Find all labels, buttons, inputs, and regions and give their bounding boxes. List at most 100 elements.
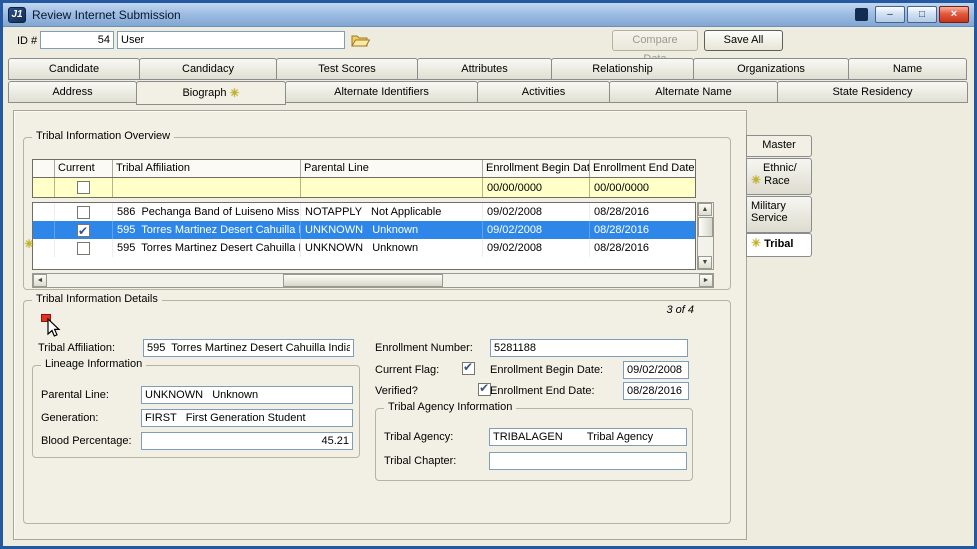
vertical-scroll-thumb[interactable] — [698, 217, 713, 237]
scroll-up-icon[interactable]: ▲ — [698, 203, 712, 216]
table-row-selected[interactable]: 595 Torres Martinez Desert Cahuilla In U… — [33, 221, 695, 239]
review-internet-submission-window: J1 Review Internet Submission – □ × ID #… — [0, 0, 977, 549]
tab-label: Attributes — [461, 63, 507, 75]
filter-affiliation-cell[interactable] — [113, 178, 301, 197]
group-title: Tribal Information Details — [32, 293, 162, 305]
scroll-left-icon[interactable]: ◄ — [33, 274, 47, 287]
generation-label: Generation: — [41, 412, 98, 424]
current-checkbox[interactable] — [77, 224, 90, 237]
current-checkbox[interactable] — [77, 242, 90, 255]
table-row[interactable]: 586 Pechanga Band of Luiseno Missio NOTA… — [33, 203, 695, 221]
cell-affiliation: 595 Torres Martinez Desert Cahuilla In — [113, 221, 301, 239]
user-input[interactable] — [117, 31, 345, 49]
verified-label: Verified? — [375, 385, 418, 397]
current-checkbox[interactable] — [77, 181, 90, 194]
maximize-button[interactable]: □ — [907, 6, 937, 23]
generation-input[interactable] — [141, 409, 353, 427]
column-header-current[interactable]: Current — [55, 160, 113, 177]
cell-end-date: 08/28/2016 — [590, 203, 695, 221]
changed-indicator-icon: ✳ — [751, 173, 761, 187]
horizontal-scroll-thumb[interactable] — [283, 274, 443, 287]
side-tab-tribal[interactable]: ✳ Tribal — [746, 233, 812, 257]
filter-indicator-cell — [33, 178, 55, 197]
tab-label: Relationship — [592, 63, 653, 75]
app-badge-icon — [855, 8, 868, 21]
cell-parental: NOTAPPLY Not Applicable — [301, 203, 483, 221]
tribal-agency-input[interactable] — [489, 428, 687, 446]
save-all-button[interactable]: Save All — [704, 30, 783, 51]
blood-percentage-label: Blood Percentage: — [41, 435, 132, 447]
column-header-tribal-affiliation[interactable]: Tribal Affiliation — [113, 160, 301, 177]
horizontal-scrollbar[interactable]: ◄ ► — [32, 273, 714, 288]
tab-label: Organizations — [737, 63, 805, 75]
overview-table-header: Current Tribal Affiliation Parental Line… — [32, 159, 696, 198]
column-header-enrollment-end-date[interactable]: Enrollment End Date — [590, 160, 695, 177]
id-input[interactable] — [40, 31, 114, 49]
tab-address[interactable]: Address — [8, 81, 137, 103]
record-position: 3 of 4 — [666, 304, 694, 316]
changed-indicator-icon: ✳ — [229, 87, 239, 99]
scroll-down-icon[interactable]: ▼ — [698, 256, 712, 269]
tab-candidate[interactable]: Candidate — [8, 58, 140, 80]
enrollment-end-date-input[interactable] — [623, 382, 689, 400]
scroll-right-icon[interactable]: ► — [699, 274, 713, 287]
side-tab-master[interactable]: Master — [746, 135, 812, 157]
parental-line-input[interactable] — [141, 386, 353, 404]
tab-attributes[interactable]: Attributes — [417, 58, 552, 80]
id-label: ID # — [17, 35, 37, 47]
tab-label: Address — [52, 86, 92, 98]
tab-test-scores[interactable]: Test Scores — [276, 58, 418, 80]
current-checkbox[interactable] — [77, 206, 90, 219]
tab-alternate-identifiers[interactable]: Alternate Identifiers — [285, 81, 478, 103]
enrollment-begin-date-input[interactable] — [623, 361, 689, 379]
current-flag-label: Current Flag: — [375, 364, 439, 376]
current-flag-checkbox[interactable] — [462, 362, 475, 375]
open-folder-icon[interactable] — [351, 33, 370, 48]
tab-label: Activities — [522, 86, 565, 98]
group-title: Tribal Agency Information — [384, 401, 516, 413]
blood-percentage-input[interactable] — [141, 432, 353, 450]
tribal-agency-information-group: Tribal Agency Information Tribal Agency:… — [375, 408, 693, 481]
tab-organizations[interactable]: Organizations — [693, 58, 849, 80]
tab-relationship[interactable]: Relationship — [551, 58, 694, 80]
filter-begin-date-cell[interactable]: 00/00/0000 — [483, 178, 590, 197]
tribal-chapter-label: Tribal Chapter: — [384, 455, 456, 467]
cell-end-date: 08/28/2016 — [590, 239, 695, 257]
tab-biograph[interactable]: Biograph ✳ — [136, 81, 286, 105]
tribal-affiliation-input[interactable] — [143, 339, 354, 357]
title-bar[interactable]: J1 Review Internet Submission – □ × — [3, 3, 974, 27]
cell-parental: UNKNOWN Unknown — [301, 239, 483, 257]
lineage-information-group: Lineage Information Parental Line: Gener… — [32, 365, 360, 458]
filter-end-date-cell[interactable]: 00/00/0000 — [590, 178, 695, 197]
tab-candidacy[interactable]: Candidacy — [139, 58, 277, 80]
tab-alternate-name[interactable]: Alternate Name — [609, 81, 778, 103]
tribal-chapter-input[interactable] — [489, 452, 687, 470]
side-tab-label: Service — [751, 212, 807, 224]
tab-state-residency[interactable]: State Residency — [777, 81, 968, 103]
cell-end-date: 08/28/2016 — [590, 221, 695, 239]
tribal-information-details-group: Tribal Information Details 3 of 4 Tribal… — [23, 300, 731, 524]
changed-indicator-icon: ✳ — [751, 236, 761, 250]
minimize-button[interactable]: – — [875, 6, 905, 23]
column-header-enrollment-begin-date[interactable]: Enrollment Begin Date — [483, 160, 590, 177]
column-header-parental-line[interactable]: Parental Line — [301, 160, 483, 177]
cell-begin-date: 09/02/2008 — [483, 221, 590, 239]
tab-label: Biograph — [182, 87, 226, 99]
cell-parental: UNKNOWN Unknown — [301, 221, 483, 239]
side-tab-ethnic-race[interactable]: Ethnic/ ✳ Race — [746, 158, 812, 195]
table-row[interactable]: 595 Torres Martinez Desert Cahuilla In U… — [33, 239, 695, 257]
enrollment-number-input[interactable] — [490, 339, 688, 357]
compare-data-button[interactable]: Compare Data — [612, 30, 698, 51]
filter-parental-cell[interactable] — [301, 178, 483, 197]
tab-activities[interactable]: Activities — [477, 81, 610, 103]
close-button[interactable]: × — [939, 6, 969, 23]
side-tab-military-service[interactable]: Military Service — [746, 196, 812, 233]
vertical-scrollbar[interactable]: ▲ ▼ — [697, 202, 714, 270]
cell-affiliation: 595 Torres Martinez Desert Cahuilla In — [113, 239, 301, 257]
tab-name[interactable]: Name — [848, 58, 967, 80]
filter-row[interactable]: 00/00/0000 00/00/0000 — [33, 178, 695, 197]
group-title: Tribal Information Overview — [32, 130, 174, 142]
side-tab-label: Master — [762, 139, 796, 151]
tab-label: Candidate — [49, 63, 99, 75]
tribal-information-overview-group: Tribal Information Overview Current Trib… — [23, 137, 731, 290]
